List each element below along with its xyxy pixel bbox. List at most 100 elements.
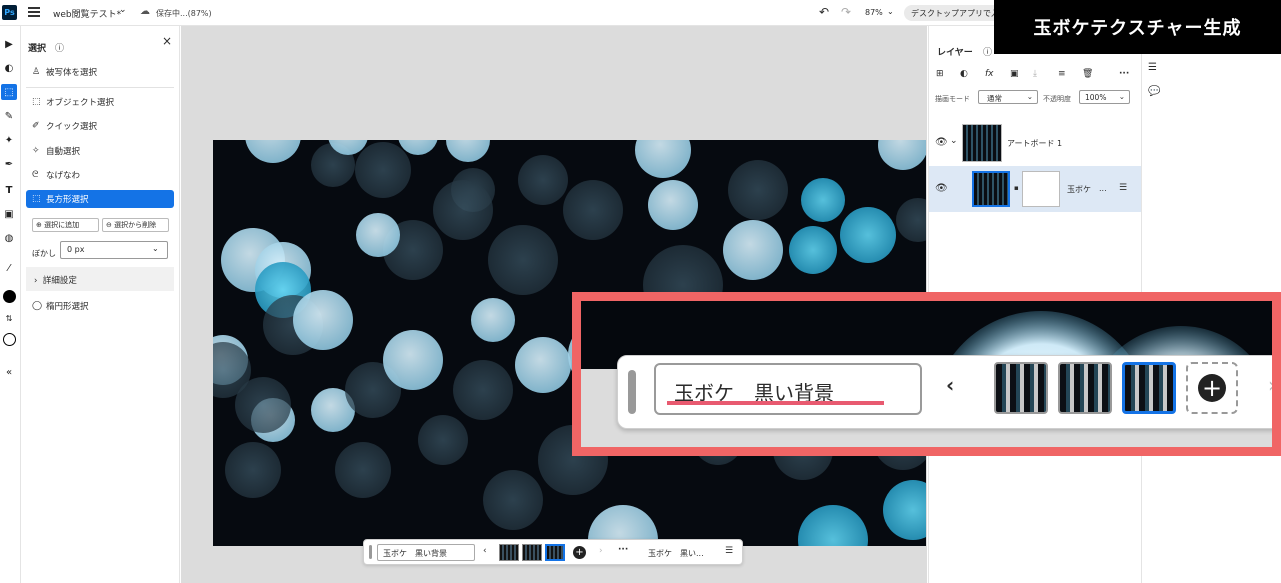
variation-thumb-selected[interactable] — [1122, 362, 1176, 414]
advanced-settings[interactable]: › 詳細設定 — [26, 267, 174, 291]
adjust-icon[interactable]: ◍ — [1, 230, 17, 246]
lasso-icon: ᘓ — [32, 170, 39, 180]
minus-icon: ⊖ — [106, 221, 115, 229]
clip-icon[interactable]: ⤓ — [1033, 69, 1037, 79]
opacity-input[interactable]: 100% ⌄ — [1079, 90, 1130, 104]
swap-icon[interactable]: ⇅ — [1, 310, 17, 326]
bokeh-circle — [433, 180, 493, 240]
drag-handle[interactable] — [369, 545, 372, 559]
bokeh-circle — [728, 160, 788, 220]
drag-handle[interactable] — [628, 370, 636, 414]
feather-label: ぼかし — [32, 249, 56, 258]
healing-icon[interactable]: ✎ — [1, 108, 17, 124]
bokeh-circle — [563, 180, 623, 240]
subtract-from-selection-button[interactable]: ⊖ 選択から削除 — [102, 218, 169, 232]
photoshop-logo-icon: Ps — [2, 5, 17, 20]
group-icon[interactable]: ≡ — [1058, 69, 1066, 79]
adjustments-icon[interactable]: ☰ — [1148, 62, 1157, 73]
image-icon[interactable]: ▣ — [1, 206, 17, 222]
layer-name: アートボード 1 — [1007, 139, 1063, 148]
chevron-left-icon[interactable]: ‹ — [946, 373, 954, 397]
auto-select[interactable]: ✧ 自動選択 — [26, 142, 174, 160]
variation-thumb[interactable] — [499, 544, 519, 561]
lasso-select[interactable]: ᘓ なげなわ — [26, 166, 174, 184]
mask-icon[interactable]: ▣ — [1010, 69, 1019, 79]
mask-thumbnail[interactable] — [1022, 171, 1060, 207]
person-icon: ♙ — [32, 67, 41, 77]
select-subject[interactable]: ♙ 被写体を選択 — [26, 63, 174, 81]
layer-row-artboard[interactable]: 👁 ⌄ アートボード 1 — [929, 120, 1141, 166]
variation-thumb[interactable] — [1058, 362, 1112, 414]
menu-icon[interactable] — [28, 7, 40, 17]
chevron-down-icon[interactable]: ⌄ — [152, 244, 159, 253]
blend-mode-select[interactable]: 通常 ⌄ — [978, 90, 1038, 104]
quick-mask-icon[interactable]: ◐ — [1, 60, 17, 76]
bokeh-circle — [446, 140, 490, 162]
open-in-desktop-button[interactable]: デスクトップアプリで入 — [904, 5, 1004, 21]
layer-label: 玉ボケ 黒い... — [648, 549, 704, 558]
bokeh-circle — [335, 442, 391, 498]
redo-icon[interactable]: ↷ — [841, 5, 851, 19]
select-arrow-icon[interactable]: ▶ — [1, 36, 17, 52]
info-icon[interactable]: ⓘ — [983, 45, 992, 58]
layer-row-bokeh[interactable]: 👁 ▪ 玉ボケ ... ☰ — [929, 166, 1141, 212]
chevron-left-icon[interactable]: ‹ — [483, 546, 487, 556]
chevron-down-icon[interactable]: ⌄ — [119, 5, 127, 15]
object-select[interactable]: ⬚ オブジェクト選択 — [26, 93, 174, 111]
chevron-right-icon[interactable]: › — [1268, 373, 1272, 397]
ellipse-select[interactable]: ◯ 楕円形選択 — [26, 297, 174, 315]
bokeh-circle — [515, 337, 571, 393]
variation-thumb[interactable] — [994, 362, 1048, 414]
tool-bar: ▶ ◐ ⬚ ✎ ✦ ✒ T ▣ ◍ ⁄ ⇅ « — [0, 26, 21, 583]
eye-icon[interactable]: 👁 — [935, 183, 948, 194]
type-icon[interactable]: T — [1, 182, 17, 198]
variation-thumb[interactable] — [522, 544, 542, 561]
bokeh-circle — [483, 470, 543, 530]
foreground-color[interactable] — [1, 288, 17, 304]
save-status: 保存中...(87%) — [156, 9, 212, 18]
comment-icon[interactable]: 💬 — [1148, 86, 1160, 97]
eye-icon[interactable]: 👁 — [935, 137, 948, 148]
bokeh-circle — [883, 480, 926, 540]
quick-select[interactable]: ✐ クイック選択 — [26, 117, 174, 135]
bokeh-circle — [245, 140, 301, 163]
info-icon[interactable]: ⓘ — [55, 41, 64, 54]
settings-icon[interactable]: ☰ — [725, 546, 733, 556]
adjustment-icon[interactable]: ◐ — [960, 69, 968, 79]
chevron-down-icon[interactable]: ⌄ — [950, 136, 958, 146]
undo-icon[interactable]: ↶ — [819, 5, 829, 19]
more-icon[interactable]: ··· — [618, 545, 628, 555]
add-variation-icon[interactable]: + — [573, 546, 586, 559]
add-variation-button[interactable]: + — [1186, 362, 1238, 414]
prompt-input[interactable]: 玉ボケ 黒い背景 — [377, 544, 475, 561]
bokeh-circle — [355, 142, 411, 198]
generative-fill-icon[interactable]: ✦ — [1, 132, 17, 148]
document-title[interactable]: web閲覧テスト* — [53, 7, 121, 20]
background-color[interactable] — [1, 331, 17, 347]
select-panel: 選択 ⓘ × ♙ 被写体を選択 ⬚ オブジェクト選択 ✐ クイック選択 ✧ 自動選択 ᘓ… — [22, 26, 180, 583]
blend-mode-label: 描画モード — [935, 95, 970, 103]
close-icon[interactable]: × — [162, 34, 172, 48]
layer-thumbnail — [972, 171, 1010, 207]
variation-thumb-selected[interactable] — [545, 544, 565, 561]
chevron-down-icon[interactable]: ⌄ — [887, 7, 894, 16]
chevron-right-icon[interactable]: › — [599, 546, 603, 556]
plus-icon: + — [1198, 374, 1226, 402]
bokeh-circle — [418, 415, 468, 465]
fx-icon[interactable]: fx — [985, 69, 994, 79]
add-layer-icon[interactable]: ⊞ — [936, 69, 944, 79]
eyedropper-icon[interactable]: ⁄ — [1, 260, 17, 276]
collapse-icon[interactable]: « — [1, 364, 17, 380]
zoom-level[interactable]: 87% — [865, 8, 883, 17]
more-icon[interactable]: ··· — [1119, 69, 1129, 79]
properties-icon[interactable]: ☰ — [1119, 183, 1127, 193]
prompt-input[interactable]: 玉ボケ 黒い背景 — [654, 363, 922, 415]
bokeh-circle — [471, 298, 515, 342]
rect-select[interactable]: ⬚ 長方形選択 — [26, 190, 174, 208]
rect-marquee-icon[interactable]: ⬚ — [1, 84, 17, 100]
brush-icon[interactable]: ✒ — [1, 156, 17, 172]
bokeh-circle — [789, 226, 837, 274]
bokeh-circle — [635, 140, 691, 178]
add-to-selection-button[interactable]: ⊕ 選択に追加 — [32, 218, 99, 232]
delete-icon[interactable]: 🗑 — [1082, 69, 1093, 79]
